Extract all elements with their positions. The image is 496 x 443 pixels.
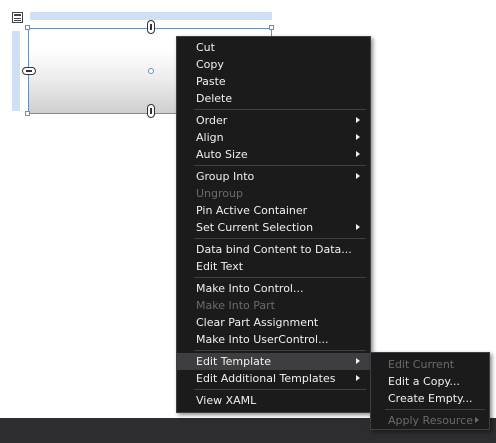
menu-item-edit-additional-templates[interactable]: Edit Additional Templates: [177, 370, 370, 387]
document-outline-icon: [12, 12, 23, 23]
menu-item-label: View XAML: [196, 394, 257, 407]
menu-item-label: Clear Part Assignment: [196, 316, 319, 329]
submenu-arrow-icon: [475, 417, 479, 423]
menu-separator: [194, 389, 366, 390]
menu-item-label: Edit Text: [196, 260, 244, 273]
center-point-handle[interactable]: [148, 68, 154, 74]
menu-item-label: Delete: [196, 92, 233, 105]
menu-item-label: Create Empty...: [388, 392, 473, 405]
menu-separator: [194, 350, 366, 351]
menu-item-label: Make Into Part: [196, 299, 275, 312]
menu-item-label: Edit Current: [388, 358, 455, 371]
submenu-item-create-empty[interactable]: Create Empty...: [371, 390, 489, 407]
menu-separator: [194, 109, 366, 110]
context-menu: Cut Copy Paste Delete Order Align Auto Size Gro…: [176, 36, 371, 413]
menu-separator: [194, 238, 366, 239]
menu-item-edit-template[interactable]: Edit Template: [177, 353, 370, 370]
menu-item-label: Copy: [196, 58, 224, 71]
submenu-arrow-icon: [356, 151, 360, 157]
menu-item-label: Apply Resource: [388, 414, 473, 427]
menu-item-label: Edit Additional Templates: [196, 372, 336, 385]
menu-item-view-xaml[interactable]: View XAML: [177, 392, 370, 409]
menu-separator: [194, 165, 366, 166]
menu-item-label: Set Current Selection: [196, 221, 314, 234]
margin-pin-left-icon[interactable]: [22, 67, 36, 75]
submenu-item-apply-resource: Apply Resource: [371, 412, 489, 429]
grid-row-adorner[interactable]: [12, 31, 20, 111]
menu-item-label: Pin Active Container: [196, 204, 308, 217]
submenu-item-edit-current: Edit Current: [371, 356, 489, 373]
menu-item-data-bind-content-to-data[interactable]: Data bind Content to Data...: [177, 241, 370, 258]
submenu-arrow-icon: [356, 358, 360, 364]
submenu-item-edit-a-copy[interactable]: Edit a Copy...: [371, 373, 489, 390]
menu-item-label: Make Into UserControl...: [196, 333, 329, 346]
menu-item-make-into-usercontrol[interactable]: Make Into UserControl...: [177, 331, 370, 348]
menu-item-label: Edit a Copy...: [388, 375, 460, 388]
menu-item-group-into[interactable]: Group Into: [177, 168, 370, 185]
menu-item-set-current-selection[interactable]: Set Current Selection: [177, 219, 370, 236]
menu-item-label: Auto Size: [196, 148, 248, 161]
menu-separator: [194, 277, 366, 278]
menu-item-auto-size[interactable]: Auto Size: [177, 146, 370, 163]
menu-item-label: Align: [196, 131, 224, 144]
resize-handle-bottom-left[interactable]: [25, 111, 30, 116]
grid-column-adorner[interactable]: [30, 12, 272, 20]
menu-item-copy[interactable]: Copy: [177, 56, 370, 73]
menu-item-delete[interactable]: Delete: [177, 90, 370, 107]
resize-handle-top-right[interactable]: [269, 25, 274, 30]
menu-item-order[interactable]: Order: [177, 112, 370, 129]
menu-item-label: Edit Template: [196, 355, 271, 368]
menu-item-ungroup: Ungroup: [177, 185, 370, 202]
menu-item-label: Paste: [196, 75, 226, 88]
menu-item-label: Group Into: [196, 170, 255, 183]
menu-item-clear-part-assignment[interactable]: Clear Part Assignment: [177, 314, 370, 331]
margin-pin-top-icon[interactable]: [147, 20, 155, 34]
submenu-arrow-icon: [356, 173, 360, 179]
submenu-arrow-icon: [356, 375, 360, 381]
menu-item-label: Cut: [196, 41, 215, 54]
submenu-arrow-icon: [356, 134, 360, 140]
margin-pin-bottom-icon[interactable]: [147, 104, 155, 118]
menu-item-make-into-part: Make Into Part: [177, 297, 370, 314]
menu-item-pin-active-container[interactable]: Pin Active Container: [177, 202, 370, 219]
menu-item-align[interactable]: Align: [177, 129, 370, 146]
submenu-arrow-icon: [356, 117, 360, 123]
menu-item-edit-text[interactable]: Edit Text: [177, 258, 370, 275]
menu-item-label: Data bind Content to Data...: [196, 243, 352, 256]
edit-template-submenu: Edit Current Edit a Copy... Create Empty..…: [370, 352, 490, 430]
menu-item-label: Ungroup: [196, 187, 243, 200]
menu-separator: [385, 409, 485, 410]
menu-item-cut[interactable]: Cut: [177, 39, 370, 56]
menu-item-paste[interactable]: Paste: [177, 73, 370, 90]
menu-item-label: Order: [196, 114, 228, 127]
menu-item-label: Make Into Control...: [196, 282, 304, 295]
submenu-arrow-icon: [356, 224, 360, 230]
menu-item-make-into-control[interactable]: Make Into Control...: [177, 280, 370, 297]
resize-handle-top-left[interactable]: [25, 25, 30, 30]
